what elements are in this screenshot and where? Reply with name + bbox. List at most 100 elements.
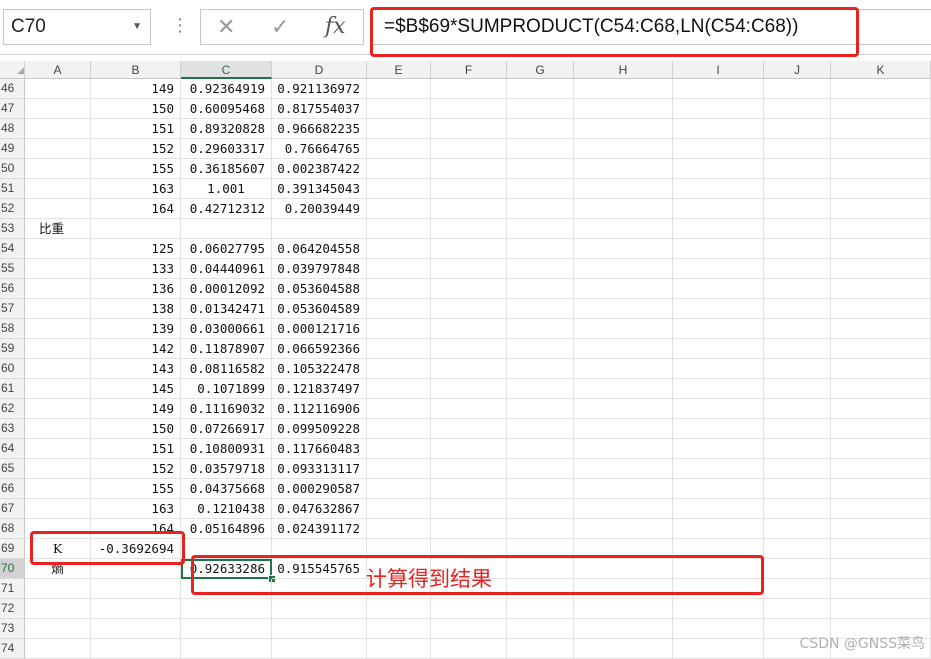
row-header-69[interactable]: 69 bbox=[0, 539, 25, 559]
cell-b72[interactable] bbox=[91, 599, 181, 619]
cell-k54[interactable] bbox=[831, 239, 931, 259]
cell-d60[interactable]: 0.105322478 bbox=[272, 359, 367, 379]
cell-i46[interactable] bbox=[673, 79, 764, 99]
cell-k68[interactable] bbox=[831, 519, 931, 539]
cell-j67[interactable] bbox=[764, 499, 831, 519]
cell-j71[interactable] bbox=[764, 579, 831, 599]
cell-j72[interactable] bbox=[764, 599, 831, 619]
cell-j69[interactable] bbox=[764, 539, 831, 559]
cell-i74[interactable] bbox=[673, 639, 764, 659]
row-header-72[interactable]: 72 bbox=[0, 599, 25, 619]
cell-f55[interactable] bbox=[431, 259, 507, 279]
cell-f65[interactable] bbox=[431, 459, 507, 479]
cell-k46[interactable] bbox=[831, 79, 931, 99]
cell-i59[interactable] bbox=[673, 339, 764, 359]
cell-g68[interactable] bbox=[507, 519, 574, 539]
cell-i49[interactable] bbox=[673, 139, 764, 159]
cell-h60[interactable] bbox=[574, 359, 673, 379]
cell-b62[interactable]: 149 bbox=[91, 399, 181, 419]
cell-j65[interactable] bbox=[764, 459, 831, 479]
cell-c60[interactable]: 0.08116582 bbox=[181, 359, 272, 379]
cell-j59[interactable] bbox=[764, 339, 831, 359]
cell-k67[interactable] bbox=[831, 499, 931, 519]
cell-d48[interactable]: 0.966682235 bbox=[272, 119, 367, 139]
cell-f73[interactable] bbox=[431, 619, 507, 639]
cell-e57[interactable] bbox=[367, 299, 431, 319]
cell-c49[interactable]: 0.29603317 bbox=[181, 139, 272, 159]
cell-k58[interactable] bbox=[831, 319, 931, 339]
row-header-52[interactable]: 52 bbox=[0, 199, 25, 219]
cell-e63[interactable] bbox=[367, 419, 431, 439]
cell-j48[interactable] bbox=[764, 119, 831, 139]
cell-f52[interactable] bbox=[431, 199, 507, 219]
cell-h65[interactable] bbox=[574, 459, 673, 479]
cell-f72[interactable] bbox=[431, 599, 507, 619]
column-header-g[interactable]: G bbox=[507, 61, 574, 79]
cell-a56[interactable] bbox=[25, 279, 91, 299]
cell-e52[interactable] bbox=[367, 199, 431, 219]
cell-h66[interactable] bbox=[574, 479, 673, 499]
cell-b60[interactable]: 143 bbox=[91, 359, 181, 379]
cell-k72[interactable] bbox=[831, 599, 931, 619]
cell-c51[interactable]: 1.001 bbox=[181, 179, 272, 199]
cell-g74[interactable] bbox=[507, 639, 574, 659]
row-header-55[interactable]: 55 bbox=[0, 259, 25, 279]
cell-h51[interactable] bbox=[574, 179, 673, 199]
cell-h57[interactable] bbox=[574, 299, 673, 319]
cell-i72[interactable] bbox=[673, 599, 764, 619]
cell-a53[interactable]: 比重 bbox=[25, 219, 91, 239]
cell-a67[interactable] bbox=[25, 499, 91, 519]
cell-j50[interactable] bbox=[764, 159, 831, 179]
cell-h50[interactable] bbox=[574, 159, 673, 179]
cell-d49[interactable]: 0.76664765 bbox=[272, 139, 367, 159]
cell-h53[interactable] bbox=[574, 219, 673, 239]
cell-j60[interactable] bbox=[764, 359, 831, 379]
cell-j56[interactable] bbox=[764, 279, 831, 299]
cell-b67[interactable]: 163 bbox=[91, 499, 181, 519]
cell-d53[interactable] bbox=[272, 219, 367, 239]
cell-g57[interactable] bbox=[507, 299, 574, 319]
cell-a54[interactable] bbox=[25, 239, 91, 259]
cell-f51[interactable] bbox=[431, 179, 507, 199]
cell-i57[interactable] bbox=[673, 299, 764, 319]
more-options-icon[interactable]: ⋮ bbox=[171, 15, 189, 36]
cell-g61[interactable] bbox=[507, 379, 574, 399]
cell-d72[interactable] bbox=[272, 599, 367, 619]
cell-h59[interactable] bbox=[574, 339, 673, 359]
cell-j58[interactable] bbox=[764, 319, 831, 339]
cell-d74[interactable] bbox=[272, 639, 367, 659]
row-header-62[interactable]: 62 bbox=[0, 399, 25, 419]
column-header-e[interactable]: E bbox=[367, 61, 431, 79]
cell-f56[interactable] bbox=[431, 279, 507, 299]
cell-e49[interactable] bbox=[367, 139, 431, 159]
cell-g47[interactable] bbox=[507, 99, 574, 119]
cell-e72[interactable] bbox=[367, 599, 431, 619]
cell-d57[interactable]: 0.053604589 bbox=[272, 299, 367, 319]
cell-b54[interactable]: 125 bbox=[91, 239, 181, 259]
cell-b74[interactable] bbox=[91, 639, 181, 659]
cell-c73[interactable] bbox=[181, 619, 272, 639]
cell-k56[interactable] bbox=[831, 279, 931, 299]
cell-e51[interactable] bbox=[367, 179, 431, 199]
row-header-48[interactable]: 48 bbox=[0, 119, 25, 139]
cell-g49[interactable] bbox=[507, 139, 574, 159]
chevron-down-icon[interactable]: ▼ bbox=[132, 10, 142, 44]
cell-g50[interactable] bbox=[507, 159, 574, 179]
cell-d58[interactable]: 0.000121716 bbox=[272, 319, 367, 339]
cell-d47[interactable]: 0.817554037 bbox=[272, 99, 367, 119]
cell-h47[interactable] bbox=[574, 99, 673, 119]
cell-i64[interactable] bbox=[673, 439, 764, 459]
cell-f58[interactable] bbox=[431, 319, 507, 339]
cell-k59[interactable] bbox=[831, 339, 931, 359]
cell-e55[interactable] bbox=[367, 259, 431, 279]
cell-i73[interactable] bbox=[673, 619, 764, 639]
cell-a65[interactable] bbox=[25, 459, 91, 479]
cell-e50[interactable] bbox=[367, 159, 431, 179]
cell-b55[interactable]: 133 bbox=[91, 259, 181, 279]
cell-e60[interactable] bbox=[367, 359, 431, 379]
cell-i65[interactable] bbox=[673, 459, 764, 479]
row-header-61[interactable]: 61 bbox=[0, 379, 25, 399]
cell-c61[interactable]: 0.1071899 bbox=[181, 379, 272, 399]
cell-k57[interactable] bbox=[831, 299, 931, 319]
cell-f50[interactable] bbox=[431, 159, 507, 179]
